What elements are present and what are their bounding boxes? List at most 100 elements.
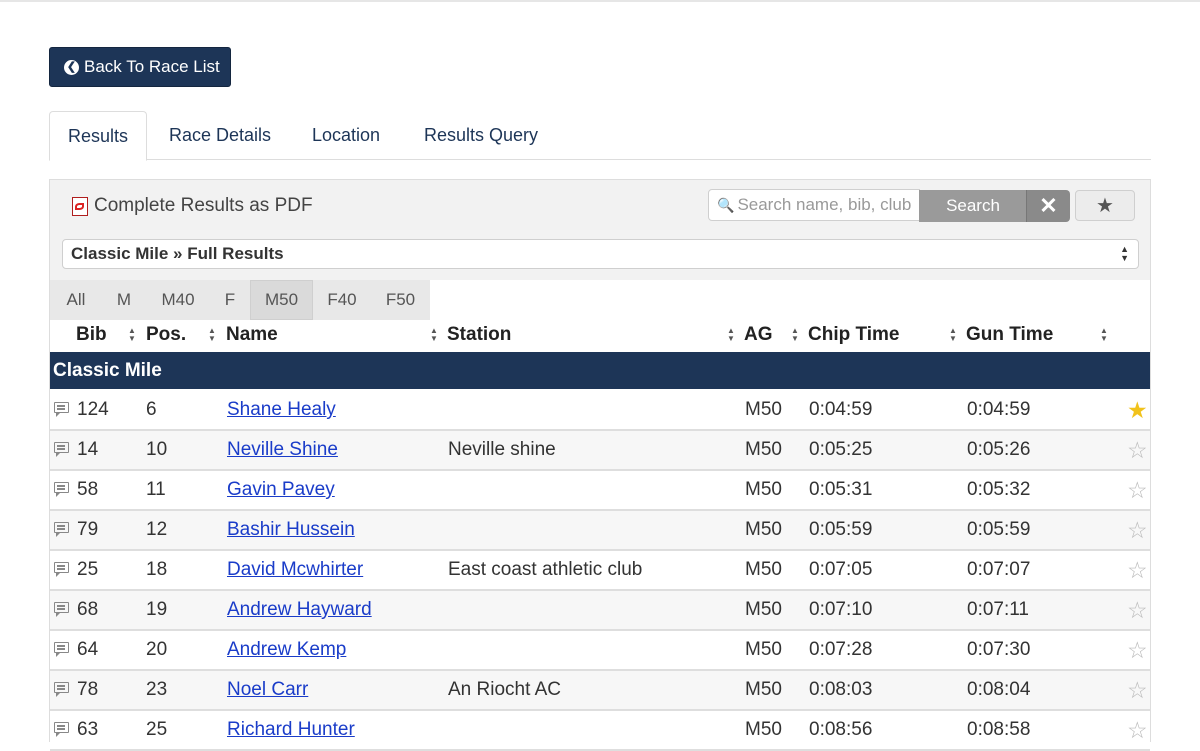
favorite-star-icon[interactable]: ☆	[1127, 437, 1148, 463]
runner-name-link[interactable]: Shane Healy	[227, 391, 336, 429]
clear-search-button[interactable]: ✕	[1026, 190, 1070, 222]
age-group-cell: M50	[745, 479, 782, 500]
runner-name-link[interactable]: Noel Carr	[227, 671, 308, 709]
tab-location[interactable]: Location	[312, 111, 380, 160]
gun-time-cell: 0:07:30	[967, 639, 1031, 660]
column-header-station[interactable]: Station	[447, 324, 511, 346]
runner-name-link[interactable]: Bashir Hussein	[227, 511, 355, 549]
sort-icon[interactable]: ▲ ▼	[429, 327, 439, 343]
comment-icon[interactable]	[54, 402, 69, 417]
runner-name-link[interactable]: Richard Hunter	[227, 711, 355, 749]
column-header-bib[interactable]: Bib	[76, 324, 107, 346]
column-header-chip-time[interactable]: Chip Time	[808, 324, 900, 346]
comment-icon[interactable]	[54, 562, 69, 577]
results-panel: Complete Results as PDF 🔍 Search name, b…	[49, 179, 1151, 751]
runner-name-link[interactable]: Andrew Hayward	[227, 591, 372, 629]
search-placeholder: Search name, bib, club	[737, 195, 912, 214]
bib-cell: 25	[77, 559, 99, 580]
favorite-star-icon[interactable]: ☆	[1127, 517, 1148, 543]
comment-icon[interactable]	[54, 602, 69, 617]
sort-icon[interactable]: ▲ ▼	[726, 327, 736, 343]
filter-label: M40	[161, 290, 195, 309]
back-to-race-list-button[interactable]: ❮ Back To Race List	[49, 47, 231, 87]
filter-label: F50	[385, 290, 416, 309]
select-arrows-icon: ▲ ▼	[1120, 244, 1129, 263]
favorite-star-icon[interactable]: ☆	[1127, 677, 1148, 703]
age-group-cell: M50	[745, 679, 782, 700]
position-cell: 23	[146, 679, 168, 700]
star-icon: ★	[1096, 195, 1114, 217]
filter-m[interactable]: M	[102, 280, 146, 320]
table-row: 124 6 Shane Healy M50 0:04:59 0:04:59 ★	[50, 391, 1150, 431]
favorite-star-icon[interactable]: ☆	[1127, 557, 1148, 583]
race-select[interactable]: Classic Mile » Full Results ▲ ▼	[62, 239, 1139, 269]
chip-time-cell: 0:07:05	[809, 559, 873, 580]
position-cell: 12	[146, 519, 168, 540]
filter-f50[interactable]: F50	[371, 280, 430, 320]
favorite-star-icon[interactable]: ☆	[1127, 597, 1148, 623]
tab-race-details[interactable]: Race Details	[169, 111, 271, 160]
gun-time-cell: 0:07:11	[967, 599, 1029, 620]
tab-bar: Results Race Details Location Results Qu…	[49, 111, 1151, 161]
comment-icon[interactable]	[54, 442, 69, 457]
gun-time-cell: 0:08:04	[967, 679, 1031, 700]
chip-time-cell: 0:07:28	[809, 639, 873, 660]
age-group-cell: M50	[745, 639, 782, 660]
sort-icon[interactable]: ▲ ▼	[1099, 327, 1109, 343]
comment-icon[interactable]	[54, 642, 69, 657]
age-group-cell: M50	[745, 559, 782, 580]
filter-m40[interactable]: M40	[146, 280, 210, 320]
column-header-gun-time[interactable]: Gun Time	[966, 324, 1053, 346]
runner-name-link[interactable]: Gavin Pavey	[227, 471, 335, 509]
sort-icon[interactable]: ▲ ▼	[790, 327, 800, 343]
table-row: 79 12 Bashir Hussein M50 0:05:59 0:05:59…	[50, 511, 1150, 551]
search-input[interactable]: 🔍 Search name, bib, club	[708, 189, 920, 221]
filter-m50[interactable]: M50	[250, 280, 313, 320]
chip-time-cell: 0:07:10	[809, 599, 873, 620]
bib-cell: 14	[77, 439, 99, 460]
table-row: 58 11 Gavin Pavey M50 0:05:31 0:05:32 ☆	[50, 471, 1150, 511]
sort-icon[interactable]: ▲ ▼	[207, 327, 217, 343]
filter-all[interactable]: All	[50, 280, 102, 320]
sort-icon[interactable]: ▲ ▼	[948, 327, 958, 343]
comment-icon[interactable]	[54, 682, 69, 697]
table-row: 25 18 David Mcwhirter East coast athleti…	[50, 551, 1150, 591]
comment-icon[interactable]	[54, 522, 69, 537]
position-cell: 19	[146, 599, 168, 620]
favorite-star-icon[interactable]: ☆	[1127, 637, 1148, 663]
position-cell: 6	[146, 399, 157, 420]
gun-time-cell: 0:04:59	[967, 399, 1031, 420]
bib-cell: 63	[77, 719, 99, 740]
pdf-link-label: Complete Results as PDF	[94, 195, 313, 216]
bib-cell: 78	[77, 679, 99, 700]
comment-icon[interactable]	[54, 482, 69, 497]
runner-name-link[interactable]: Neville Shine	[227, 431, 338, 469]
chip-time-cell: 0:05:25	[809, 439, 873, 460]
column-header-ag[interactable]: AG	[744, 324, 773, 346]
favorite-star-icon[interactable]: ☆	[1127, 477, 1148, 503]
search-button[interactable]: Search	[919, 190, 1027, 222]
sort-icon[interactable]: ▲ ▼	[127, 327, 137, 343]
comment-icon[interactable]	[54, 722, 69, 737]
bib-cell: 79	[77, 519, 99, 540]
filter-f[interactable]: F	[210, 280, 250, 320]
favorite-star-icon[interactable]: ☆	[1127, 717, 1148, 743]
tab-results-query[interactable]: Results Query	[424, 111, 538, 160]
runner-name-link[interactable]: David Mcwhirter	[227, 551, 363, 589]
back-button-label: Back To Race List	[84, 57, 220, 76]
category-filter-bar: All M M40 F M50 F40 F50	[50, 280, 430, 320]
age-group-cell: M50	[745, 519, 782, 540]
tab-label: Race Details	[169, 125, 272, 145]
favorites-filter-button[interactable]: ★	[1075, 190, 1135, 221]
favorite-star-icon[interactable]: ★	[1127, 397, 1148, 423]
column-header-name[interactable]: Name	[226, 324, 278, 346]
column-header-pos[interactable]: Pos.	[146, 324, 186, 346]
complete-results-pdf-link[interactable]: Complete Results as PDF	[72, 194, 313, 218]
position-cell: 18	[146, 559, 168, 580]
filter-f40[interactable]: F40	[313, 280, 371, 320]
position-cell: 25	[146, 719, 168, 740]
runner-name-link[interactable]: Andrew Kemp	[227, 631, 346, 669]
table-row: 63 25 Richard Hunter M50 0:08:56 0:08:58…	[50, 711, 1150, 751]
tab-results[interactable]: Results	[49, 111, 148, 161]
pdf-icon	[72, 196, 88, 216]
